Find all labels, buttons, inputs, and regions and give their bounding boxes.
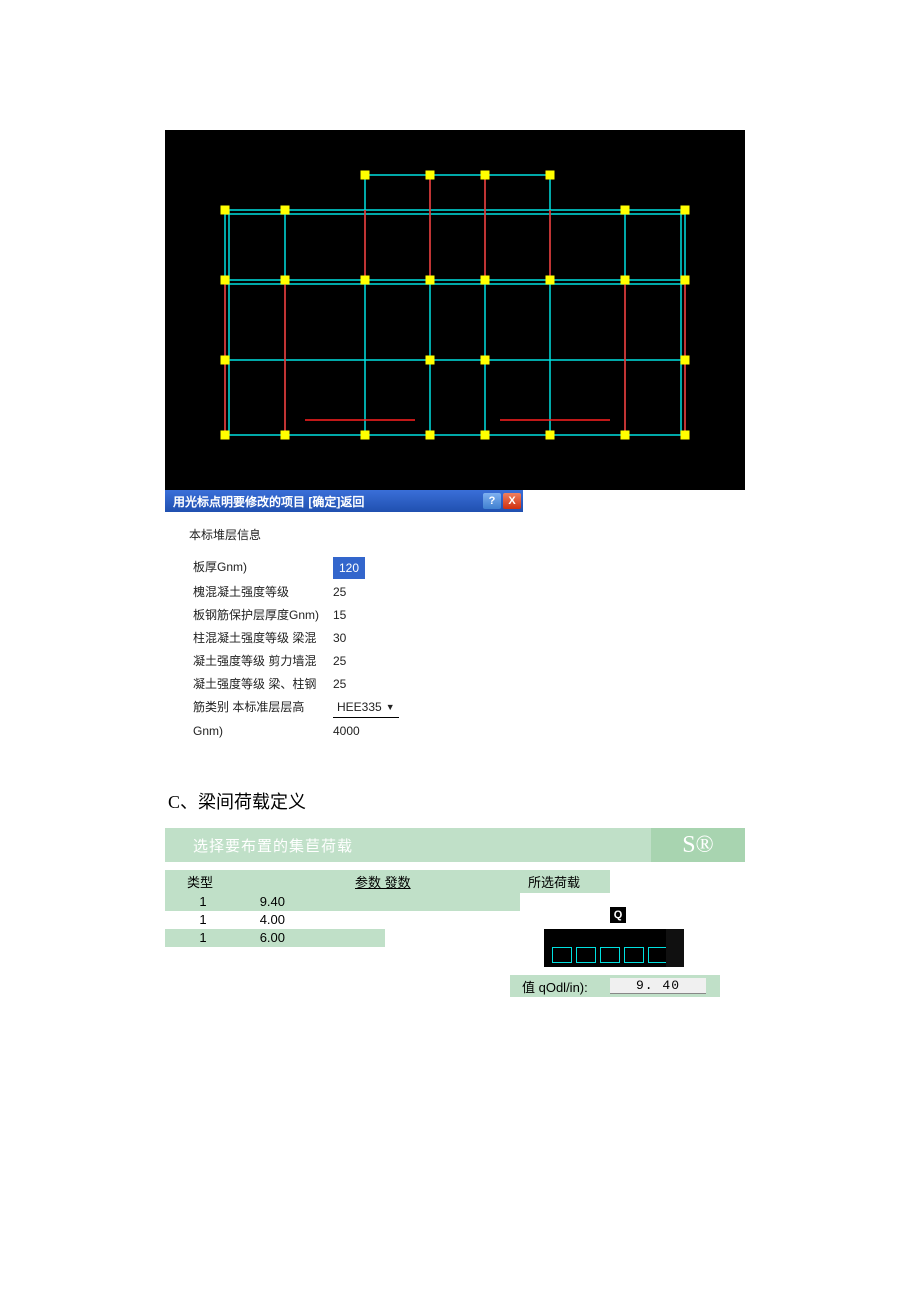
form-row: 柱混凝土强度等级 梁混 30 xyxy=(193,628,523,648)
rebar-type-select[interactable]: HEE335▼ xyxy=(333,697,403,718)
load-diagram xyxy=(544,929,684,967)
form-label: 凝土强度等级 梁、柱钢 xyxy=(193,674,333,694)
form-row: 板厚Gnm) 120 xyxy=(193,557,523,579)
form-value[interactable]: 25 xyxy=(333,651,403,671)
form-value[interactable]: 15 xyxy=(333,605,403,625)
floor-info-form: 本标堆层信息 板厚Gnm) 120 槐混凝土强度等级 25 板钢筋保护层厚度Gn… xyxy=(165,512,523,764)
col-step xyxy=(235,872,355,891)
load-header-badge: S® xyxy=(651,828,745,862)
col-params: 参数 發数 xyxy=(355,872,411,891)
q-badge: Q xyxy=(610,907,626,923)
form-label: 柱混凝土强度等级 梁混 xyxy=(193,628,333,648)
load-value-input[interactable]: 9. 40 xyxy=(610,978,706,994)
form-label: 筋类别 本标准层层高 xyxy=(193,697,333,718)
load-value-row: 值 qOdl/in): 9. 40 xyxy=(510,975,720,997)
selected-load-title: 所选荷载 xyxy=(520,870,610,893)
load-row[interactable]: 1 4.00 xyxy=(165,911,520,929)
dialog-titlebar[interactable]: 用光标点明要修改的项目 [确定]返回 ? X xyxy=(165,490,523,512)
section-heading-c: C、梁间荷载定义 xyxy=(168,788,920,814)
form-label: 凝土强度等级 剪力墙混 xyxy=(193,651,333,671)
col-type: 类型 xyxy=(165,872,235,891)
form-value[interactable]: 30 xyxy=(333,628,403,648)
form-value[interactable]: 25 xyxy=(333,674,403,694)
form-row: 板钢筋保护层厚度Gnm) 15 xyxy=(193,605,523,625)
beam-load-panel: 选择要布置的集苣荷载 S® 类型 参数 發数 1 9.40 1 4.00 xyxy=(165,828,745,997)
form-value[interactable]: 4000 xyxy=(333,721,403,741)
form-row: 凝土强度等级 剪力墙混 25 xyxy=(193,651,523,671)
load-row[interactable]: 1 9.40 xyxy=(165,893,520,911)
form-label: 板钢筋保护层厚度Gnm) xyxy=(193,605,333,625)
structural-plan-drawing xyxy=(165,130,745,490)
load-list-header: 类型 参数 發数 xyxy=(165,870,520,893)
cad-viewport[interactable] xyxy=(165,130,745,490)
load-value-label: 值 qOdl/in): xyxy=(510,977,610,996)
load-header-title: 选择要布置的集苣荷载 xyxy=(165,835,353,856)
selected-load-panel: 所选荷载 Q 值 qOdl/in): 9. 40 xyxy=(520,870,745,997)
form-row: 槐混凝土强度等级 25 xyxy=(193,582,523,602)
dialog-title: 用光标点明要修改的项目 [确定]返回 xyxy=(173,493,481,510)
form-label: 板厚Gnm) xyxy=(193,557,333,579)
load-row[interactable]: 1 6.00 xyxy=(165,929,385,947)
form-label: Gnm) xyxy=(193,721,333,741)
form-row: Gnm) 4000 xyxy=(193,721,523,741)
close-button[interactable]: X xyxy=(503,493,521,509)
form-row: 筋类别 本标准层层高 HEE335▼ xyxy=(193,697,523,718)
form-section-title: 本标堆层信息 xyxy=(189,526,523,543)
help-button[interactable]: ? xyxy=(483,493,501,509)
form-label: 槐混凝土强度等级 xyxy=(193,582,333,602)
form-value[interactable]: 25 xyxy=(333,582,403,602)
form-row: 凝土强度等级 梁、柱钢 25 xyxy=(193,674,523,694)
load-list: 类型 参数 發数 1 9.40 1 4.00 1 6.00 xyxy=(165,870,520,997)
load-panel-header: 选择要布置的集苣荷载 S® xyxy=(165,828,745,862)
form-value[interactable]: 120 xyxy=(333,557,403,579)
chevron-down-icon: ▼ xyxy=(386,697,395,717)
